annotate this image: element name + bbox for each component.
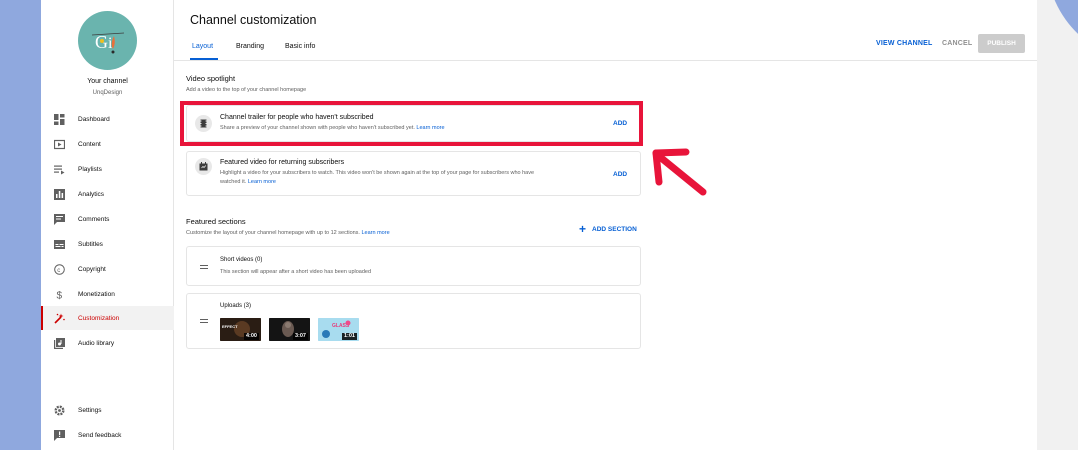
sidebar-item-analytics[interactable]: Analytics [41,182,174,206]
sidebar-item-label: Copyright [78,265,106,273]
tab-basic-info[interactable]: Basic info [285,43,315,50]
subtitles-icon [53,238,65,250]
featured-video-icon [195,158,212,175]
channel-handle: UnqDesign [92,90,123,96]
comments-icon [53,213,65,225]
video-duration: 1:01 [341,333,357,340]
avatar[interactable]: G i [78,11,137,70]
dashboard-icon [53,113,65,125]
sidebar-item-label: Send feedback [78,431,122,439]
sidebar-item-playlists[interactable]: Playlists [41,157,174,181]
add-featured-video-button[interactable]: ADD [613,171,627,178]
sidebar-item-label: Comments [78,215,110,223]
add-section-label: ADD SECTION [592,225,637,233]
analytics-icon [53,188,65,200]
main-content: Channel customization Layout Branding Ba… [174,0,1037,450]
sidebar-item-label: Content [78,140,101,148]
sidebar-item-label: Audio library [78,339,115,347]
sidebar-item-customization[interactable]: Customization [41,306,174,330]
channel-title: Your channel [87,78,128,85]
drag-handle-icon[interactable] [200,319,208,323]
sidebar: G i Your channel UnqDesign Dashboard Con… [41,0,174,450]
add-section-button[interactable]: + ADD SECTION [579,222,637,236]
short-videos-title: Short videos (0) [220,257,263,263]
sidebar-item-content[interactable]: Content [41,132,174,156]
publish-button[interactable]: PUBLISH [978,34,1025,53]
highlight-box [180,101,643,146]
background-left [0,0,41,450]
background-right [1037,0,1078,450]
sidebar-item-settings[interactable]: Settings [41,398,174,422]
view-channel-button[interactable]: VIEW CHANNEL [876,40,932,47]
featured-video-card: Featured video for returning subscribers… [186,151,641,196]
featured-video-title: Featured video for returning subscribers [220,159,345,166]
thumbnail-caption: EFFECT [222,324,238,329]
page-title: Channel customization [190,13,317,27]
short-videos-section[interactable]: Short videos (0) This section will appea… [186,246,641,286]
uploads-title: Uploads (3) [220,303,252,309]
content-icon [53,138,65,150]
copyright-icon: c [53,263,65,275]
sidebar-item-label: Subtitles [78,240,103,248]
header-divider [174,60,1037,61]
plus-icon: + [579,222,587,236]
featured-video-description: Highlight a video for your subscribers t… [220,170,535,185]
video-spotlight-title: Video spotlight [186,74,236,83]
sidebar-item-send-feedback[interactable]: Send feedback [41,423,174,447]
sidebar-item-audio-library[interactable]: Audio library [41,331,174,355]
featured-sections-subtitle: Customize the layout of your channel hom… [186,230,390,236]
audio-library-icon [53,337,65,349]
video-duration: 3:07 [292,333,308,340]
sidebar-item-monetization[interactable]: $ Monetization [41,282,174,306]
settings-icon [53,404,65,416]
featured-sections-title: Featured sections [186,217,246,226]
learn-more-link[interactable]: Learn more [248,179,276,185]
sidebar-item-label: Settings [78,406,102,414]
uploads-section[interactable]: Uploads (3) EFFECT 4:00 3:07 GLASS 1:01 [186,293,641,349]
sidebar-item-comments[interactable]: Comments [41,207,174,231]
feedback-icon [53,429,65,441]
sidebar-item-copyright[interactable]: c Copyright [41,257,174,281]
video-thumbnail[interactable]: EFFECT 4:00 [220,318,261,341]
customization-icon [53,312,65,324]
sidebar-item-label: Monetization [78,290,115,298]
drag-handle-icon[interactable] [200,265,208,269]
sidebar-item-label: Playlists [78,165,102,173]
video-thumbnail[interactable]: GLASS 1:01 [318,318,359,341]
video-duration: 4:00 [243,333,259,340]
short-videos-description: This section will appear after a short v… [220,269,372,275]
video-thumbnail[interactable]: 3:07 [269,318,310,341]
studio-window: G i Your channel UnqDesign Dashboard Con… [41,0,1037,450]
svg-text:$: $ [56,290,62,300]
annotation-arrow-icon [652,148,707,196]
cancel-button[interactable]: CANCEL [942,40,972,47]
video-spotlight-subtitle: Add a video to the top of your channel h… [186,87,307,93]
sidebar-item-label: Customization [78,314,120,322]
tab-branding[interactable]: Branding [236,43,264,50]
sidebar-item-label: Dashboard [78,115,110,123]
playlists-icon [53,163,65,175]
sidebar-item-dashboard[interactable]: Dashboard [41,107,174,131]
sidebar-item-subtitles[interactable]: Subtitles [41,232,174,256]
tab-layout[interactable]: Layout [192,43,213,50]
svg-text:c: c [57,267,60,273]
monetization-icon: $ [53,288,65,300]
learn-more-link[interactable]: Learn more [362,230,390,236]
sidebar-item-label: Analytics [78,190,105,198]
